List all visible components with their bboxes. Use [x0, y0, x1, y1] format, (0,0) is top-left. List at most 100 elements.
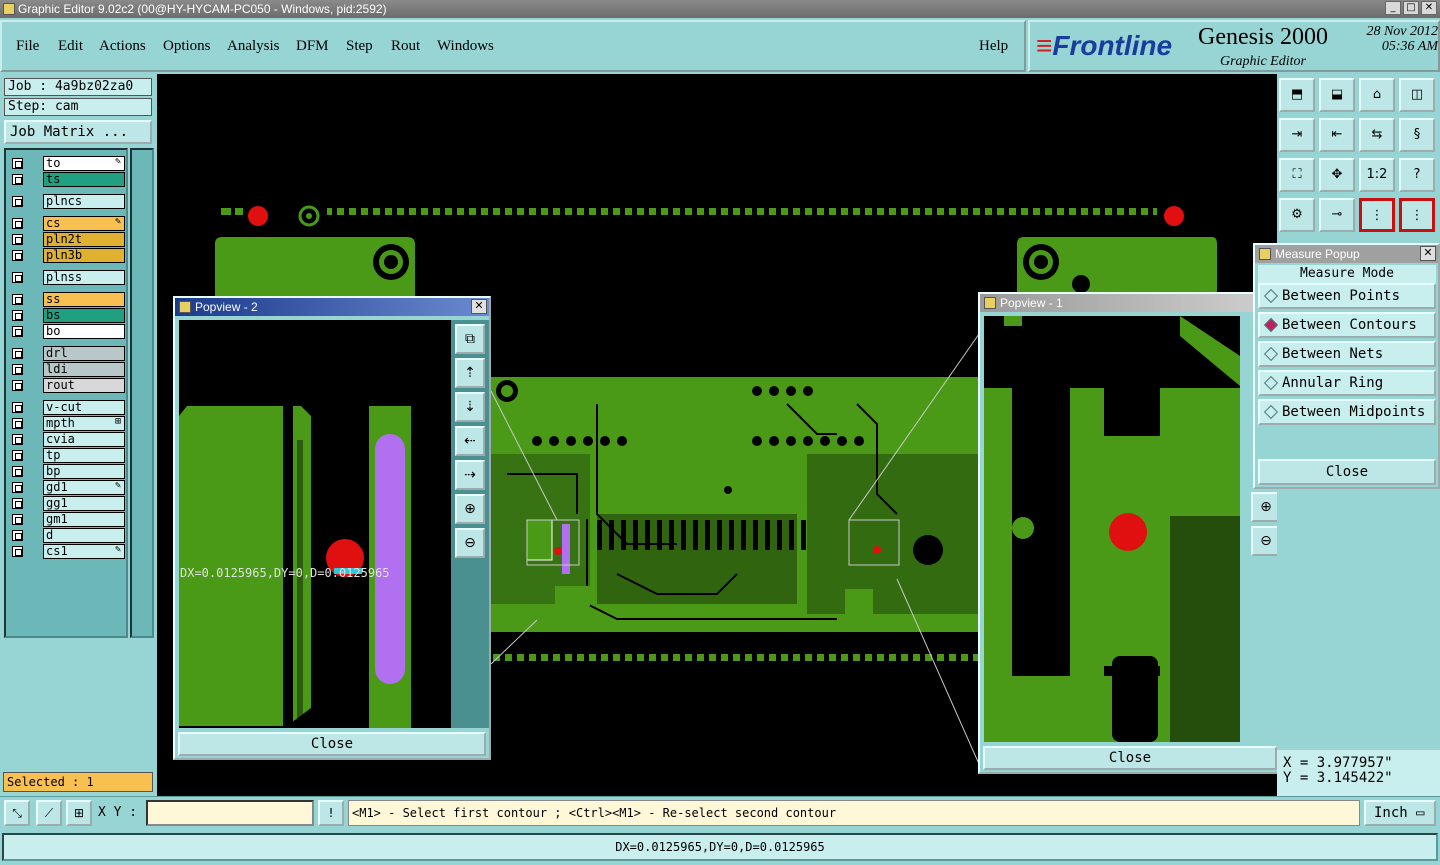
layer-name[interactable]: ss	[43, 292, 125, 307]
menu-step[interactable]: Step	[346, 38, 373, 55]
layer-checkbox[interactable]	[12, 174, 23, 185]
layer-row-bp[interactable]: bp	[9, 464, 125, 479]
layer-checkbox[interactable]	[12, 530, 23, 541]
job-matrix-button[interactable]: Job Matrix ...	[4, 120, 152, 144]
popview-pan-left-icon[interactable]: ⇠	[455, 426, 485, 456]
popview-pan-down-icon[interactable]: ⇣	[455, 392, 485, 422]
toolbar-scale-icon[interactable]: 1:2	[1359, 158, 1395, 192]
grid-icon[interactable]: ⊞	[66, 800, 92, 826]
layer-checkbox[interactable]	[12, 158, 23, 169]
layer-row-plncs[interactable]: plncs	[9, 194, 125, 209]
popview-pan-up-icon[interactable]: ⇡	[455, 358, 485, 388]
measure-tool-icon[interactable]: ⟋	[36, 800, 62, 826]
toolbar-fit-icon[interactable]: ⛶	[1279, 158, 1315, 192]
layer-row-cs1[interactable]: cs1 ✎	[9, 544, 125, 559]
layer-row-ss[interactable]: ss	[9, 292, 125, 307]
menu-help[interactable]: Help	[979, 38, 1008, 55]
layer-checkbox[interactable]	[12, 498, 23, 509]
layer-checkbox[interactable]	[12, 514, 23, 525]
layer-name[interactable]: rout	[43, 378, 125, 393]
graphic-canvas[interactable]: Popview - 2 ✕ DX=0.0125965,DY=0,D=0.0125…	[157, 74, 1277, 796]
layer-row-cs[interactable]: cs ✎	[9, 216, 125, 231]
layer-name[interactable]: drl	[43, 346, 125, 361]
layer-checkbox[interactable]	[12, 250, 23, 261]
layer-row-mpth[interactable]: mpth ⊞	[9, 416, 125, 431]
layer-row-d[interactable]: d	[9, 528, 125, 543]
layer-row-plnss[interactable]: plnss	[9, 270, 125, 285]
layer-checkbox[interactable]	[12, 380, 23, 391]
layer-row-to[interactable]: to ✎	[9, 156, 125, 171]
layer-checkbox[interactable]	[12, 310, 23, 321]
toolbar-measure-icon[interactable]: ⊸	[1319, 198, 1355, 232]
layer-checkbox[interactable]	[12, 402, 23, 413]
layer-name[interactable]: plnss	[43, 270, 125, 285]
layer-row-drl[interactable]: drl	[9, 346, 125, 361]
layer-name[interactable]: pln3b	[43, 248, 125, 263]
menu-dfm[interactable]: DFM	[296, 38, 329, 55]
layer-name[interactable]: cvia	[43, 432, 125, 447]
layer-name[interactable]: tp	[43, 448, 125, 463]
layer-name[interactable]: bo	[43, 324, 125, 339]
popview-pan-right-icon[interactable]: ⇢	[455, 460, 485, 490]
layer-checkbox[interactable]	[12, 348, 23, 359]
option-between-midpoints[interactable]: Between Midpoints	[1258, 399, 1436, 425]
toolbar-export-icon[interactable]: ⇤	[1319, 118, 1355, 152]
layer-name[interactable]: gm1	[43, 512, 125, 527]
layer-row-pln3b[interactable]: pln3b	[9, 248, 125, 263]
toolbar-swap-icon[interactable]: ⇆	[1359, 118, 1395, 152]
minimize-button[interactable]: _	[1385, 1, 1401, 15]
toolbar-route-icon[interactable]: §	[1399, 118, 1435, 152]
menu-options[interactable]: Options	[163, 38, 211, 55]
layer-checkbox[interactable]	[12, 294, 23, 305]
layer-row-tp[interactable]: tp	[9, 448, 125, 463]
layer-row-gg1[interactable]: gg1	[9, 496, 125, 511]
close-window-button[interactable]: ✕	[1421, 1, 1437, 15]
layer-row-bo[interactable]: bo	[9, 324, 125, 339]
layer-row-gd1[interactable]: gd1 ✎	[9, 480, 125, 495]
toolbar-center-icon[interactable]: ✥	[1319, 158, 1355, 192]
popview-2-canvas[interactable]: DX=0.0125965,DY=0,D=0.0125965	[179, 320, 451, 728]
toolbar-save-icon[interactable]: ⬓	[1319, 78, 1355, 112]
layer-checkbox[interactable]	[12, 450, 23, 461]
menu-actions[interactable]: Actions	[99, 38, 146, 55]
layer-name[interactable]: bp	[43, 464, 125, 479]
toolbar-open-icon[interactable]: ⬒	[1279, 78, 1315, 112]
info-button[interactable]: !	[318, 800, 344, 826]
menu-windows[interactable]: Windows	[437, 38, 494, 55]
layer-name[interactable]: mpth	[43, 416, 125, 431]
popview-2-close-button[interactable]: Close	[178, 732, 486, 756]
popview-1-close-button[interactable]: Close	[983, 746, 1277, 770]
layer-row-bs[interactable]: bs	[9, 308, 125, 323]
layer-row-cvia[interactable]: cvia	[9, 432, 125, 447]
toolbar-layout-icon[interactable]: ◫	[1399, 78, 1435, 112]
popview-zoom-in-icon[interactable]: ⊕	[455, 494, 485, 524]
layer-name[interactable]: plncs	[43, 194, 125, 209]
layer-checkbox[interactable]	[12, 326, 23, 337]
layer-row-v-cut[interactable]: v-cut	[9, 400, 125, 415]
popview-zoom-fit-icon[interactable]: ⧉	[455, 324, 485, 354]
measure-popup-close-button[interactable]: Close	[1258, 459, 1436, 485]
layer-row-gm1[interactable]: gm1	[9, 512, 125, 527]
layer-row-ts[interactable]: ts	[9, 172, 125, 187]
option-between-points[interactable]: Between Points	[1258, 283, 1436, 309]
menu-file[interactable]: File	[16, 38, 39, 55]
view-zoom-in-icon[interactable]: ⊕	[1251, 492, 1277, 522]
popview-1-canvas[interactable]	[984, 316, 1240, 742]
toolbar-tools-icon[interactable]: ⚙	[1279, 198, 1315, 232]
layer-list-scrollbar[interactable]	[130, 148, 154, 638]
layer-name[interactable]: cs	[43, 216, 125, 231]
toolbar-import-icon[interactable]: ⇥	[1279, 118, 1315, 152]
layer-name[interactable]: ldi	[43, 362, 125, 377]
layer-checkbox[interactable]	[12, 196, 23, 207]
toolbar-home-icon[interactable]: ⌂	[1359, 78, 1395, 112]
layer-name[interactable]: gg1	[43, 496, 125, 511]
toolbar-drill-icon[interactable]: ⋮	[1399, 198, 1435, 232]
layer-checkbox[interactable]	[12, 546, 23, 557]
xy-input[interactable]	[146, 800, 314, 826]
option-between-contours[interactable]: Between Contours	[1258, 312, 1436, 338]
menu-rout[interactable]: Rout	[391, 38, 420, 55]
menu-analysis[interactable]: Analysis	[227, 38, 280, 55]
option-between-nets[interactable]: Between Nets	[1258, 341, 1436, 367]
layer-name[interactable]: bs	[43, 308, 125, 323]
maximize-button[interactable]: □	[1403, 1, 1419, 15]
